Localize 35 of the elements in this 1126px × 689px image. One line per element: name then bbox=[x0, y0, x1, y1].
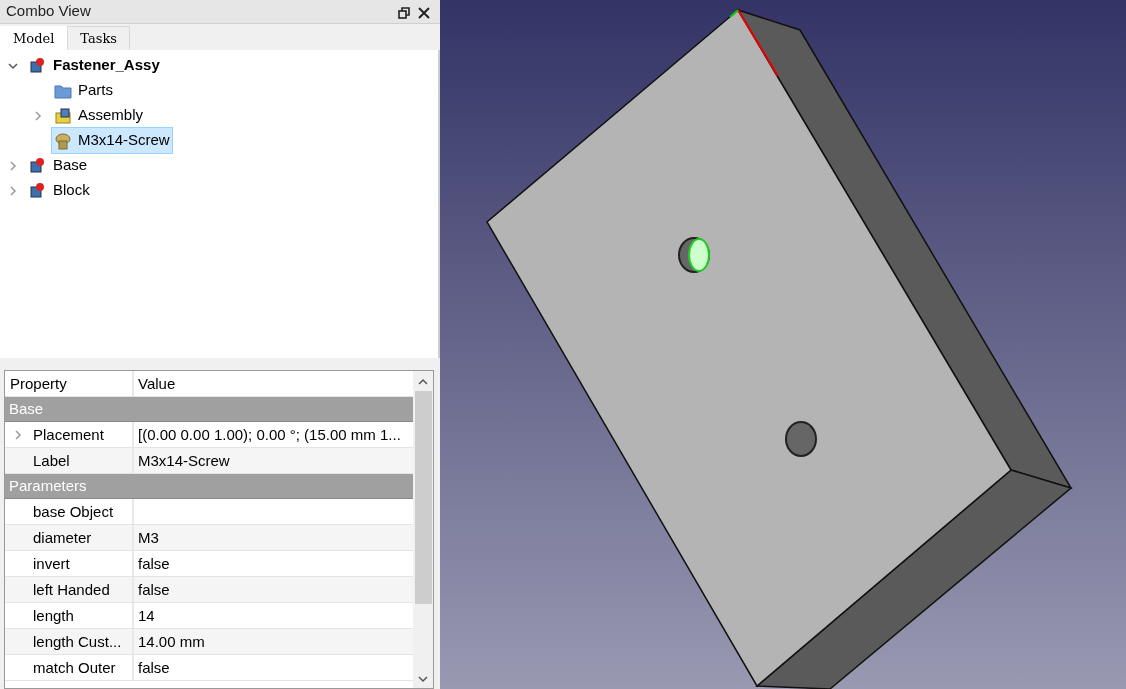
scroll-up-icon[interactable] bbox=[417, 377, 429, 387]
column-header: Value bbox=[137, 374, 177, 394]
tree-item[interactable]: Base bbox=[26, 152, 91, 179]
scrollbar-thumb[interactable] bbox=[414, 391, 432, 604]
property-group-header: Base bbox=[5, 397, 413, 422]
3d-viewport[interactable] bbox=[440, 0, 1126, 689]
scroll-down-icon[interactable] bbox=[417, 674, 429, 684]
tab[interactable]: Model bbox=[0, 26, 68, 50]
screw-icon bbox=[54, 131, 72, 150]
property-value: M3 bbox=[137, 528, 160, 548]
part-icon bbox=[29, 181, 47, 200]
panel-title: Combo View bbox=[6, 1, 92, 22]
property-value: 14 bbox=[137, 606, 156, 626]
property-value: false bbox=[137, 554, 171, 574]
part-icon bbox=[29, 56, 47, 75]
restore-icon bbox=[398, 6, 410, 19]
property-name: match Outer bbox=[30, 655, 134, 680]
property-value: 14.00 mm bbox=[137, 632, 206, 652]
property-group-header: Parameters bbox=[5, 474, 413, 499]
close-icon bbox=[418, 6, 430, 19]
tab[interactable]: Tasks bbox=[67, 26, 130, 50]
property-name: length Cust... bbox=[30, 629, 134, 654]
property-name: diameter bbox=[30, 525, 134, 550]
property-name: left Handed bbox=[30, 577, 134, 602]
property-value: M3x14-Screw bbox=[137, 451, 231, 471]
part-icon bbox=[29, 156, 47, 175]
tree-item[interactable]: Block bbox=[26, 177, 93, 204]
tree-item[interactable]: Assembly bbox=[51, 102, 147, 129]
property-value: false bbox=[137, 580, 171, 600]
property-value: [(0.00 0.00 1.00); 0.00 °; (15.00 mm 1... bbox=[137, 425, 402, 445]
property-value: false bbox=[137, 658, 171, 678]
assembly-icon bbox=[54, 106, 72, 125]
tree-item[interactable]: Parts bbox=[51, 77, 116, 104]
tree-item[interactable]: Fastener_Assy bbox=[26, 52, 163, 79]
tree-item[interactable]: M3x14-Screw bbox=[51, 127, 173, 154]
